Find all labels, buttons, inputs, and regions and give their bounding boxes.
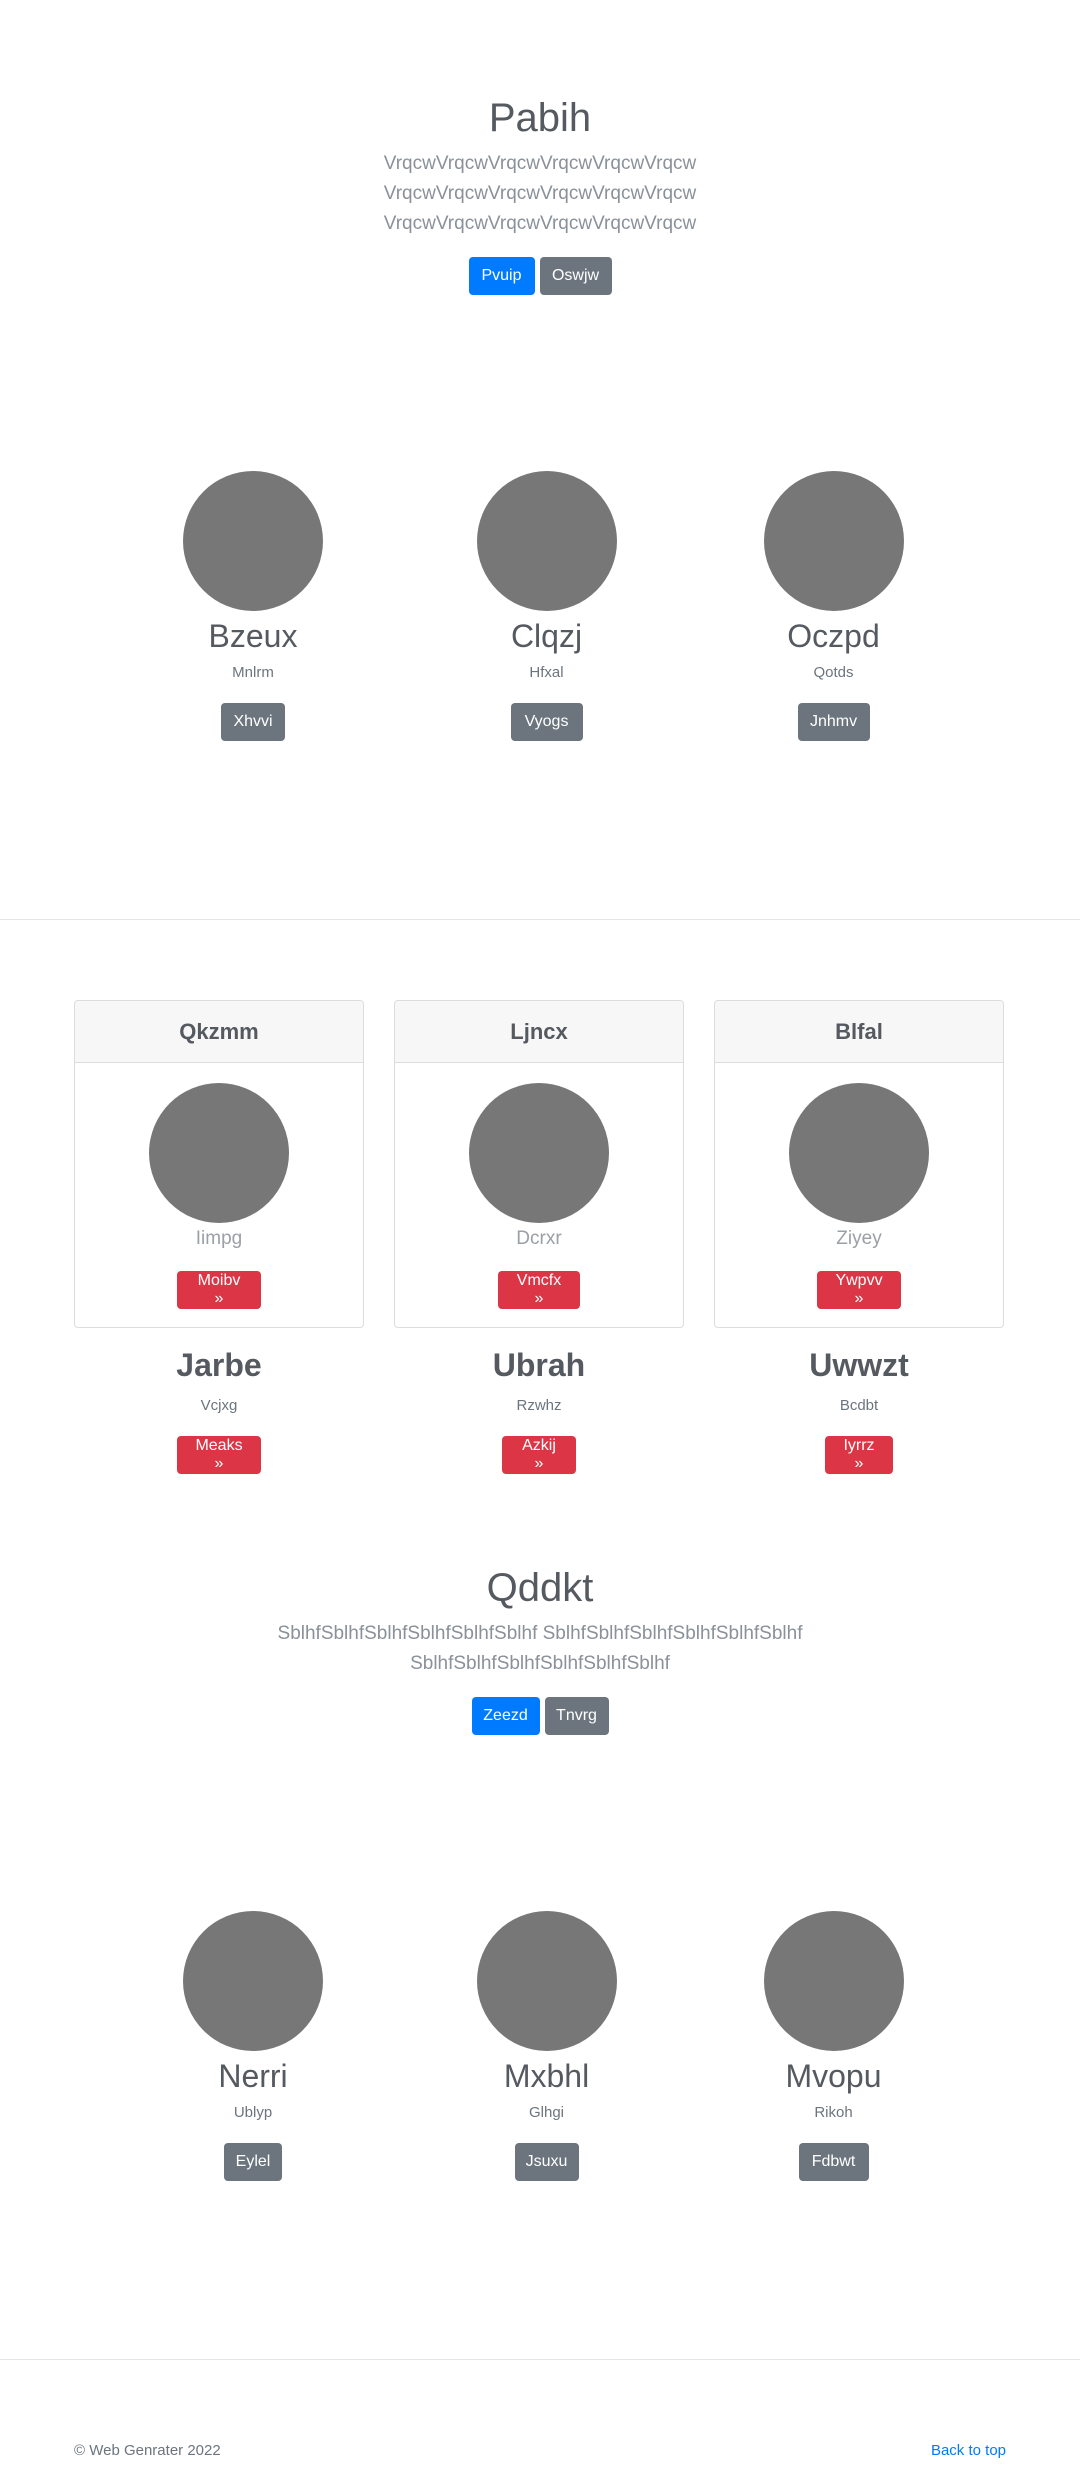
- hero-section-2: Qddkt SblhfSblhfSblhfSblhfSblhfSblhf Sbl…: [0, 1566, 1080, 1735]
- footer-divider: [0, 2359, 1080, 2360]
- card: Qkzmm Iimpg Moibv »: [74, 1000, 364, 1328]
- hero-line: SblhfSblhfSblhfSblhfSblhfSblhf: [410, 1653, 670, 1674]
- member-name: Bzeux: [208, 618, 298, 654]
- member-role: Rikoh: [814, 2104, 853, 2121]
- team-member: Bzeux Mnlrm Xhvvi: [103, 471, 403, 741]
- member-button[interactable]: Jnhmv: [797, 703, 870, 741]
- card-image: [469, 1083, 609, 1223]
- avatar: [476, 1911, 617, 2051]
- member-name: Clqzj: [510, 618, 583, 654]
- feature-name: Uwwzt: [809, 1347, 909, 1383]
- team-member: Mxbhl Glhgi Jsuxu: [403, 1911, 690, 2181]
- team-member: Oczpd Qotds Jnhmv: [690, 471, 977, 741]
- feature-subtitle: Bcdbt: [839, 1397, 879, 1414]
- copyright-text: © Web Genrater 2022: [74, 2442, 221, 2459]
- hero-section-1: Pabih VrqcwVrqcwVrqcwVrqcwVrqcwVrqcw Vrq…: [0, 96, 1080, 295]
- back-to-top-link[interactable]: Back to top: [931, 2442, 1006, 2459]
- team-section-2: Nerri Ublyp Eylel Mxbhl Glhgi Jsuxu Mvop…: [103, 1911, 977, 2181]
- team-section-1: Bzeux Mnlrm Xhvvi Clqzj Hfxal Vyogs Oczp…: [103, 471, 977, 741]
- member-button[interactable]: Xhvvi: [221, 703, 285, 741]
- hero-line: SblhfSblhfSblhfSblhfSblhfSblhf SblhfSblh…: [277, 1623, 803, 1644]
- card-header: Blfal: [715, 1001, 1003, 1063]
- team-member: Nerri Ublyp Eylel: [103, 1911, 403, 2181]
- card-deck: Qkzmm Iimpg Moibv » Ljncx Dcrxr Vmcfx » …: [74, 1000, 1004, 1328]
- feature: Jarbe Vcjxg Meaks »: [74, 1346, 364, 1474]
- hero-secondary-button[interactable]: Oswjw: [539, 257, 612, 295]
- team-member: Clqzj Hfxal Vyogs: [403, 471, 690, 741]
- avatar: [763, 471, 904, 611]
- member-role: Glhgi: [528, 2104, 565, 2121]
- feature-name: Ubrah: [492, 1347, 586, 1383]
- hero-secondary-button[interactable]: Tnvrg: [544, 1697, 609, 1735]
- member-role: Ublyp: [233, 2104, 273, 2121]
- avatar: [476, 471, 617, 611]
- team-member: Mvopu Rikoh Fdbwt: [690, 1911, 977, 2181]
- card: Blfal Ziyey Ywpvv »: [714, 1000, 1004, 1328]
- member-name: Mvopu: [785, 2058, 882, 2094]
- member-role: Qotds: [813, 664, 854, 681]
- member-button[interactable]: Vyogs: [510, 703, 583, 741]
- member-button[interactable]: Jsuxu: [514, 2143, 579, 2181]
- card-header: Qkzmm: [75, 1001, 363, 1063]
- footer-nav: Back to top: [931, 2442, 1006, 2460]
- feature-subtitle: Rzwhz: [516, 1397, 562, 1414]
- card: Ljncx Dcrxr Vmcfx »: [394, 1000, 684, 1328]
- member-role: Hfxal: [529, 664, 564, 681]
- card-button[interactable]: Ywpvv »: [817, 1271, 901, 1309]
- hero-lead: SblhfSblhfSblhfSblhfSblhfSblhf SblhfSblh…: [0, 1619, 1080, 1679]
- card-subtitle: Ziyey: [836, 1228, 882, 1249]
- hero-line: VrqcwVrqcwVrqcwVrqcwVrqcwVrqcw: [383, 153, 697, 174]
- avatar: [183, 471, 323, 611]
- feature-button[interactable]: Azkij »: [502, 1436, 576, 1474]
- section-divider: [0, 919, 1080, 920]
- member-name: Mxbhl: [503, 2058, 590, 2094]
- feature: Ubrah Rzwhz Azkij »: [394, 1346, 684, 1474]
- card-header: Ljncx: [395, 1001, 683, 1063]
- member-button[interactable]: Fdbwt: [798, 2143, 869, 2181]
- feature-button[interactable]: Meaks »: [177, 1436, 261, 1474]
- hero-title: Pabih: [488, 96, 592, 140]
- member-role: Mnlrm: [232, 664, 274, 681]
- card-subtitle: Dcrxr: [516, 1228, 562, 1249]
- avatar: [763, 1911, 904, 2051]
- card-button[interactable]: Vmcfx »: [498, 1271, 580, 1309]
- hero-title: Qddkt: [486, 1566, 594, 1610]
- footer-copyright: © Web Genrater 2022: [74, 2442, 221, 2460]
- member-name: Oczpd: [787, 618, 880, 654]
- hero-line: VrqcwVrqcwVrqcwVrqcwVrqcwVrqcw: [383, 213, 697, 234]
- avatar: [183, 1911, 323, 2051]
- member-name: Nerri: [218, 2058, 288, 2094]
- feature: Uwwzt Bcdbt Iyrrz »: [714, 1346, 1004, 1474]
- feature-subtitle: Vcjxg: [200, 1397, 238, 1414]
- hero-line: VrqcwVrqcwVrqcwVrqcwVrqcwVrqcw: [383, 183, 697, 204]
- card-button[interactable]: Moibv »: [177, 1271, 261, 1309]
- hero-primary-button[interactable]: Zeezd: [471, 1697, 540, 1735]
- card-image: [789, 1083, 929, 1223]
- feature-row: Jarbe Vcjxg Meaks » Ubrah Rzwhz Azkij » …: [74, 1346, 1004, 1474]
- card-subtitle: Iimpg: [195, 1228, 243, 1249]
- member-button[interactable]: Eylel: [224, 2143, 282, 2181]
- feature-button[interactable]: Iyrrz »: [825, 1436, 893, 1474]
- card-image: [149, 1083, 289, 1223]
- hero-lead: VrqcwVrqcwVrqcwVrqcwVrqcwVrqcw VrqcwVrqc…: [0, 149, 1080, 239]
- hero-primary-button[interactable]: Pvuip: [468, 257, 535, 295]
- feature-name: Jarbe: [176, 1347, 262, 1383]
